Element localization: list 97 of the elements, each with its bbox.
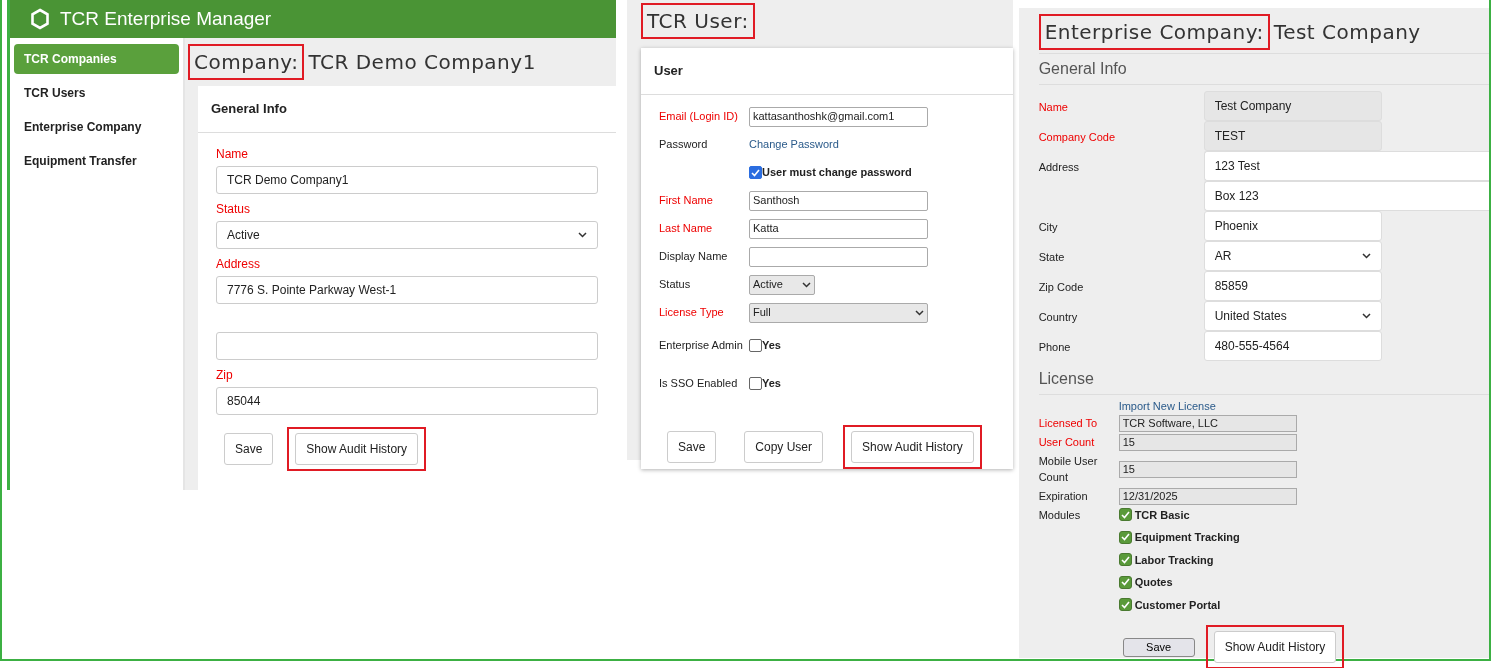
field-label: Status [216,200,252,218]
field-label: Phone [1038,341,1071,353]
text-field[interactable]: kattasanthoshk@gmail.com1 [749,106,928,127]
field-label: Name [1038,101,1068,113]
checkbox[interactable] [749,377,762,390]
field-label: Display Name [659,250,728,263]
check-icon [1120,578,1130,587]
audit-history-button[interactable]: Show Audit History [295,432,419,465]
field-label: Enterprise Admin [659,339,743,352]
field-label: Country [1038,311,1078,323]
audit-history-button[interactable]: Show Audit History [851,430,974,463]
text-field[interactable]: Phoenix [1203,211,1382,241]
field-label: City [1038,221,1058,233]
read-only-field: 15 [1118,433,1297,451]
audit-history-button[interactable]: Show Audit History [1213,631,1337,663]
field-label: First Name [659,194,713,207]
field-label: Email (Login ID) [659,110,738,123]
field-label: Address [1038,161,1079,173]
import-license-link[interactable]: Import New License [1118,398,1216,415]
field-label: Zip [216,366,234,384]
sidebar-item[interactable]: Equipment Transfer [14,146,179,176]
check-icon [751,168,760,177]
field-label: Password [659,138,708,151]
module-label: TCR Basic [1134,507,1190,523]
checkbox[interactable] [1118,553,1132,567]
text-field[interactable] [216,331,598,360]
save-button[interactable]: Save [1122,637,1195,657]
text-field[interactable]: 85859 [1203,271,1382,301]
text-field[interactable] [749,246,928,267]
check-icon [1120,533,1130,542]
read-only-field: TCR Software, LLC [1118,414,1297,432]
sidebar-item[interactable]: TCR Users [14,78,179,108]
section-heading: User [641,48,1013,95]
checkbox[interactable] [1118,530,1132,544]
module-label: Customer Portal [1134,597,1221,613]
dropdown[interactable]: AR [1203,241,1382,271]
checkbox[interactable] [1118,598,1132,612]
text-field[interactable]: 85044 [216,386,598,415]
field-label: Licensed To [1038,416,1098,429]
field-label: State [1038,251,1065,263]
sidebar-item[interactable]: Enterprise Company [14,112,179,142]
field-label: Company Code [1038,131,1116,143]
text-field[interactable]: 7776 S. Pointe Parkway West-1 [216,275,598,304]
page-title-label: Company: [194,49,299,76]
field-label: Is SSO Enabled [659,377,738,390]
field-label: License Type [659,306,724,319]
page-title-label: TCR User: [647,8,749,35]
caret-icon [802,281,811,288]
checkbox-label: Yes [762,338,781,354]
section-heading: License [1038,364,1489,395]
text-field[interactable]: Box 123 [1203,181,1489,211]
page-title-value: Test Company [1273,19,1421,46]
caret-icon [1361,313,1371,319]
dropdown[interactable]: United States [1203,301,1382,331]
hexagon-logo-icon [30,8,50,30]
app-title: TCR Enterprise Manager [60,6,272,31]
copy-user-button[interactable]: Copy User [744,430,824,463]
status-dropdown[interactable]: Active [216,220,598,249]
change-password-link[interactable]: Change Password [749,136,839,153]
status-dropdown[interactable]: Active [749,274,815,295]
check-icon [1120,510,1130,519]
section-heading: General Info [1038,54,1489,85]
caret-icon [915,309,924,316]
text-field[interactable]: Santhosh [749,190,928,211]
field-label: User Count [1038,435,1095,448]
checkbox-label: User must change password [762,165,912,181]
page-title-label: Enterprise Company: [1044,19,1264,46]
save-button[interactable]: Save [224,432,274,465]
field-label: Mobile User Count [1038,454,1098,483]
checkbox[interactable] [1118,508,1132,522]
field-label: Status [659,278,691,291]
read-only-field: 12/31/2025 [1118,487,1297,505]
field-label: Name [216,145,249,163]
section-heading: General Info [198,86,616,133]
checkbox[interactable] [749,339,762,352]
module-label: Quotes [1134,575,1173,590]
check-icon [1120,600,1130,609]
field-label: Address [216,255,262,273]
field-label: Zip Code [1038,281,1084,293]
page-title-value: TCR Demo Company1 [308,49,536,76]
module-label: Labor Tracking [1134,552,1214,568]
field-label: Last Name [659,222,713,235]
read-only-field: 15 [1118,460,1297,478]
checkbox[interactable] [1118,575,1132,589]
field-label: Expiration [1038,489,1088,502]
field-label: Modules [1038,508,1081,521]
license-type-dropdown[interactable]: Full [749,302,928,323]
text-field[interactable]: 480-555-4564 [1203,331,1382,361]
checkbox-label: Yes [762,376,781,392]
text-field[interactable]: TCR Demo Company1 [216,165,598,194]
caret-icon [1361,253,1371,259]
caret-icon [578,231,587,238]
text-field[interactable]: Katta [749,218,928,239]
check-icon [1120,555,1130,564]
save-button[interactable]: Save [667,430,717,463]
module-label: Equipment Tracking [1134,530,1240,545]
checkbox[interactable] [749,166,762,179]
